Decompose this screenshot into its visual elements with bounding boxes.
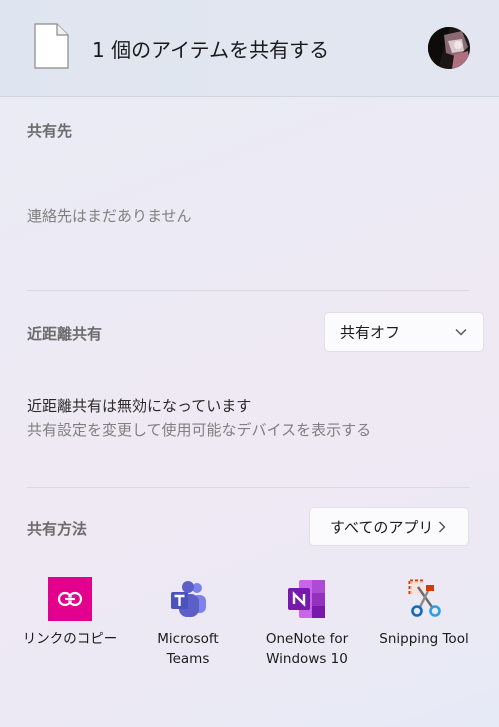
nearby-share-dropdown[interactable]: 共有オフ — [324, 312, 484, 352]
chevron-down-icon — [455, 329, 467, 336]
chevron-right-icon — [439, 521, 446, 532]
nearby-share-label: 近距離共有 — [27, 325, 103, 343]
divider — [27, 487, 469, 488]
app-onenote-label: OneNote for Windows 10 — [265, 631, 349, 667]
onenote-icon — [285, 577, 329, 621]
page-title: 1 個のアイテムを共有する — [92, 38, 330, 62]
app-onenote[interactable]: OneNote for Windows 10 — [252, 577, 362, 669]
contacts-section-label: 共有先 — [27, 122, 73, 140]
link-icon — [48, 577, 92, 621]
app-snipping-tool-label: Snipping Tool — [379, 631, 469, 647]
contacts-empty-text: 連絡先はまだありません — [27, 207, 192, 225]
document-icon — [34, 23, 69, 69]
nearby-hint-text: 共有設定を変更して使用可能なデバイスを表示する — [27, 421, 372, 439]
all-apps-label: すべてのアプリ — [330, 518, 434, 536]
avatar[interactable] — [428, 27, 470, 69]
user-avatar-image — [428, 27, 470, 69]
app-snipping-tool[interactable]: Snipping Tool — [369, 577, 479, 649]
share-method-label: 共有方法 — [27, 520, 88, 538]
app-copy-link-label: リンクのコピー — [22, 631, 118, 647]
app-microsoft-teams[interactable]: Microsoft Teams — [133, 577, 243, 669]
nearby-share-dropdown-value: 共有オフ — [340, 323, 401, 342]
nearby-status-text: 近距離共有は無効になっています — [27, 397, 252, 415]
all-apps-button[interactable]: すべてのアプリ — [309, 507, 469, 546]
app-microsoft-teams-label: Microsoft Teams — [157, 631, 219, 667]
app-copy-link[interactable]: リンクのコピー — [15, 577, 125, 649]
scissors-icon — [402, 577, 446, 621]
share-header: 1 個のアイテムを共有する — [0, 0, 499, 97]
divider — [27, 290, 469, 291]
teams-icon — [166, 577, 210, 621]
